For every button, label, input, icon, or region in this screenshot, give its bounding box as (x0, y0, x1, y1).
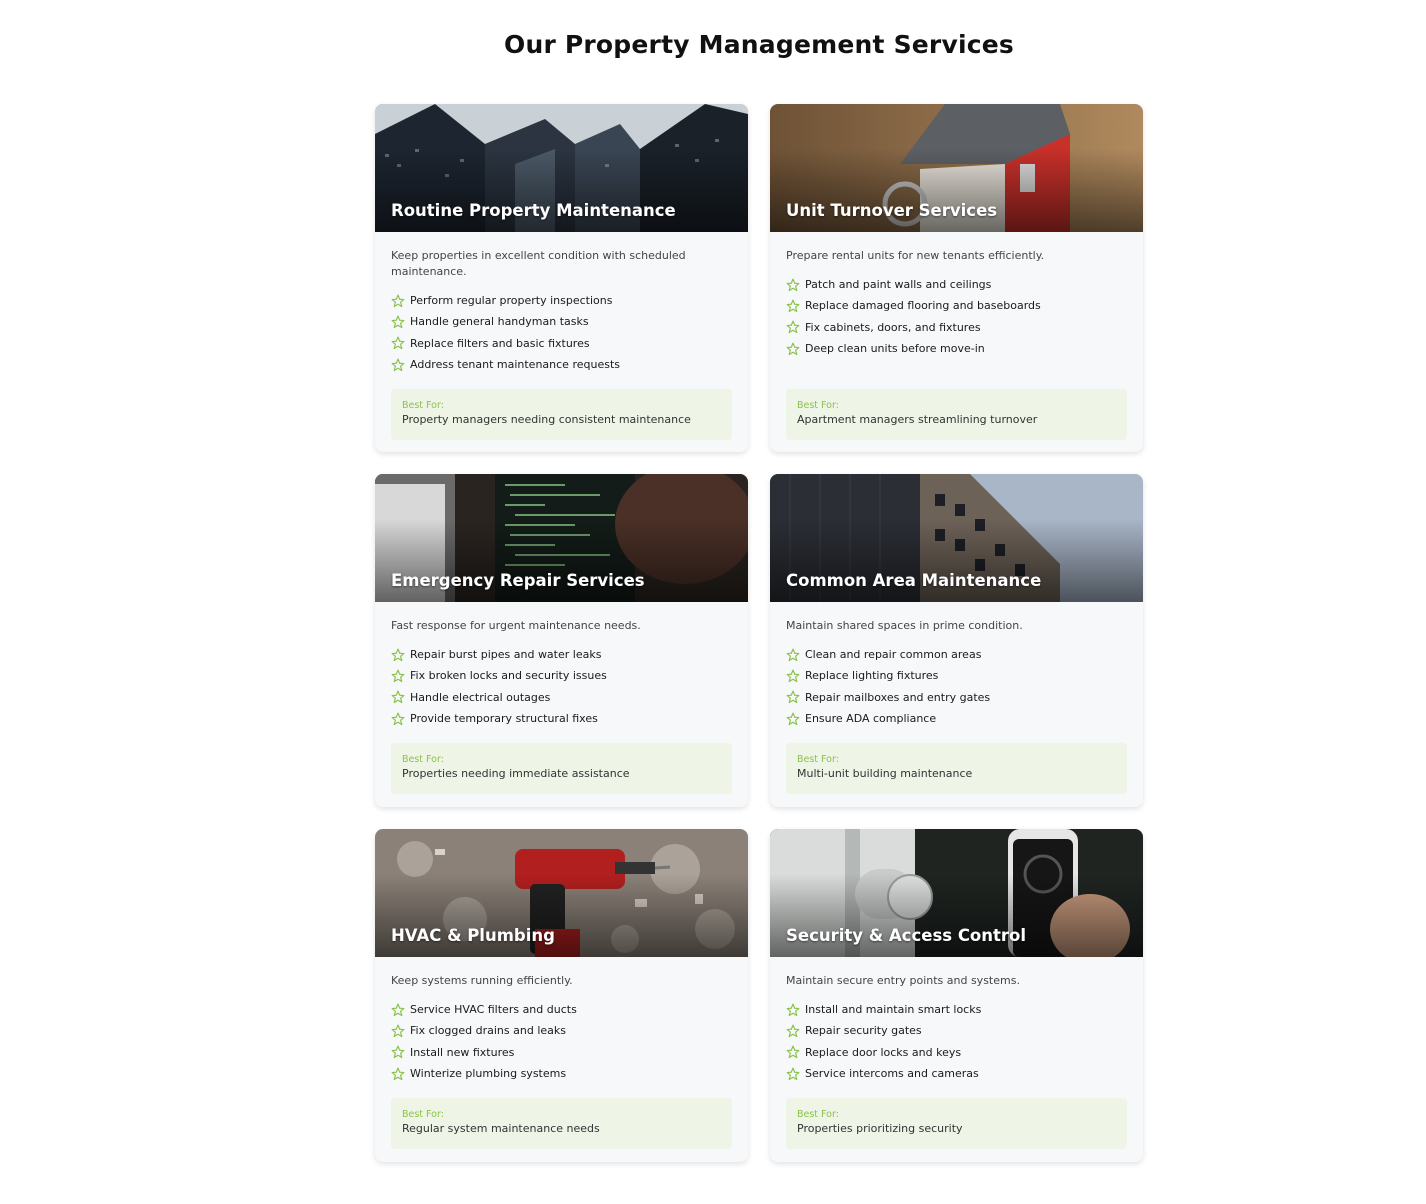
feature-list: Perform regular property inspections Han… (391, 290, 732, 375)
feature-item: Repair security gates (786, 1020, 1127, 1041)
best-for-label: Best For: (402, 400, 444, 412)
star-icon (391, 1024, 405, 1038)
star-icon (786, 278, 800, 291)
star-icon (786, 712, 800, 725)
feature-item: Install and maintain smart locks (786, 999, 1127, 1020)
best-for-box: Best For: Multi-unit building maintenanc… (786, 743, 1127, 795)
card-title: Routine Property Maintenance (391, 201, 676, 220)
card-description: Prepare rental units for new tenants eff… (786, 249, 1045, 262)
card-title: Common Area Maintenance (786, 571, 1042, 590)
star-icon (786, 342, 800, 355)
feature-item: Service HVAC filters and ducts (391, 999, 732, 1020)
feature-list: Install and maintain smart locks Repair … (786, 999, 1127, 1084)
star-icon (786, 1003, 800, 1016)
star-icon (786, 299, 800, 313)
card-hero: HVAC & Plumbing (375, 829, 748, 957)
best-for-box: Best For: Apartment managers streamlinin… (786, 389, 1127, 441)
best-for-label: Best For: (402, 754, 444, 766)
best-for-text: Property managers needing consistent mai… (402, 413, 691, 427)
card-title: Emergency Repair Services (391, 571, 645, 590)
service-card-hvac-plumbing: HVAC & Plumbing Keep systems running eff… (375, 829, 748, 1162)
service-card-unit-turnover: Unit Turnover Services Prepare rental un… (770, 104, 1143, 452)
star-icon (391, 315, 405, 329)
feature-item: Ensure ADA compliance (786, 708, 1127, 729)
card-title: Security & Access Control (786, 926, 1027, 945)
best-for-box: Best For: Properties prioritizing securi… (786, 1098, 1127, 1150)
star-icon (786, 1045, 800, 1059)
card-title: HVAC & Plumbing (391, 926, 555, 945)
feature-item: Replace door locks and keys (786, 1042, 1127, 1063)
card-hero: Security & Access Control (770, 829, 1143, 957)
star-icon (391, 336, 405, 350)
service-card-security-access: Security & Access Control Maintain secur… (770, 829, 1143, 1162)
feature-item: Clean and repair common areas (786, 644, 1127, 665)
star-icon (391, 712, 405, 725)
card-description: Maintain shared spaces in prime conditio… (786, 619, 1023, 632)
star-icon (391, 358, 405, 371)
service-card-emergency-repair: Emergency Repair Services Fast response … (375, 474, 748, 807)
star-icon (391, 1045, 405, 1059)
feature-list: Repair burst pipes and water leaks Fix b… (391, 644, 732, 729)
card-description: Fast response for urgent maintenance nee… (391, 619, 641, 632)
card-title: Unit Turnover Services (786, 201, 998, 220)
feature-item: Handle general handyman tasks (391, 311, 732, 332)
best-for-box: Best For: Properties needing immediate a… (391, 743, 732, 795)
star-icon (786, 320, 800, 334)
star-icon (391, 294, 405, 307)
feature-item: Provide temporary structural fixes (391, 708, 732, 729)
best-for-label: Best For: (402, 1109, 444, 1121)
best-for-label: Best For: (797, 754, 839, 766)
star-icon (786, 648, 800, 661)
star-icon (391, 1003, 405, 1016)
feature-item: Replace damaged flooring and baseboards (786, 295, 1127, 316)
service-card-routine-maintenance: Routine Property Maintenance Keep proper… (375, 104, 748, 452)
card-description: Keep systems running efficiently. (391, 974, 573, 987)
best-for-text: Properties needing immediate assistance (402, 767, 630, 781)
service-card-common-area: Common Area Maintenance Maintain shared … (770, 474, 1143, 807)
feature-item: Fix broken locks and security issues (391, 665, 732, 686)
feature-item: Fix clogged drains and leaks (391, 1020, 732, 1041)
feature-item: Deep clean units before move-in (786, 338, 1127, 359)
star-icon (391, 1067, 405, 1080)
card-description: Keep properties in excellent condition w… (391, 249, 686, 278)
best-for-text: Multi-unit building maintenance (797, 767, 973, 781)
best-for-text: Properties prioritizing security (797, 1122, 963, 1136)
feature-item: Fix cabinets, doors, and fixtures (786, 317, 1127, 338)
feature-item: Replace filters and basic fixtures (391, 333, 732, 354)
feature-item: Replace lighting fixtures (786, 665, 1127, 686)
best-for-text: Apartment managers streamlining turnover (797, 413, 1038, 427)
feature-item: Handle electrical outages (391, 687, 732, 708)
feature-list: Service HVAC filters and ducts Fix clogg… (391, 999, 732, 1084)
card-hero: Common Area Maintenance (770, 474, 1143, 602)
best-for-box: Best For: Property managers needing cons… (391, 389, 732, 441)
best-for-label: Best For: (797, 400, 839, 412)
star-icon (786, 690, 800, 704)
card-hero: Routine Property Maintenance (375, 104, 748, 232)
page-title: Our Property Management Services (504, 30, 1014, 59)
card-hero: Unit Turnover Services (770, 104, 1143, 232)
card-description: Maintain secure entry points and systems… (786, 974, 1020, 987)
best-for-box: Best For: Regular system maintenance nee… (391, 1098, 732, 1150)
star-icon (786, 669, 800, 683)
feature-item: Perform regular property inspections (391, 290, 732, 311)
feature-item: Service intercoms and cameras (786, 1063, 1127, 1084)
feature-item: Address tenant maintenance requests (391, 354, 732, 375)
feature-item: Repair burst pipes and water leaks (391, 644, 732, 665)
star-icon (391, 690, 405, 704)
star-icon (786, 1024, 800, 1038)
best-for-text: Regular system maintenance needs (402, 1122, 600, 1136)
feature-item: Install new fixtures (391, 1042, 732, 1063)
card-hero: Emergency Repair Services (375, 474, 748, 602)
feature-item: Patch and paint walls and ceilings (786, 274, 1127, 295)
feature-list: Patch and paint walls and ceilings Repla… (786, 274, 1127, 359)
star-icon (786, 1067, 800, 1080)
star-icon (391, 669, 405, 683)
feature-list: Clean and repair common areas Replace li… (786, 644, 1127, 729)
star-icon (391, 648, 405, 661)
feature-item: Winterize plumbing systems (391, 1063, 732, 1084)
feature-item: Repair mailboxes and entry gates (786, 687, 1127, 708)
best-for-label: Best For: (797, 1109, 839, 1121)
